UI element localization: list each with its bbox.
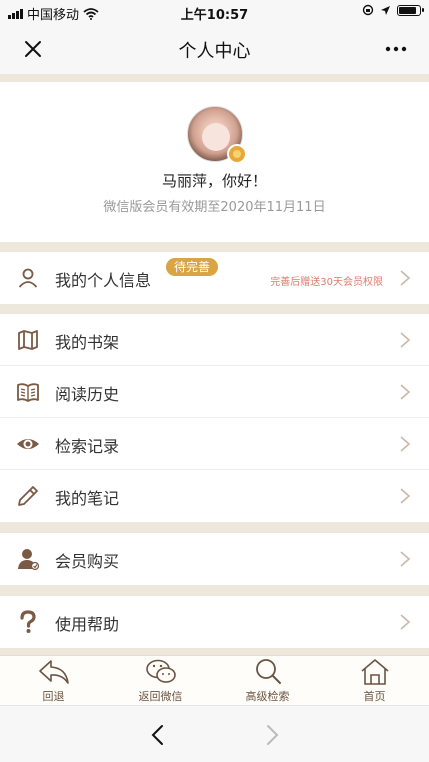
menu-item-label: 会员购买 bbox=[55, 552, 120, 571]
vip-badge-icon bbox=[227, 144, 247, 164]
reply-back-icon bbox=[39, 660, 69, 684]
tab-home[interactable]: 首页 bbox=[321, 656, 428, 706]
status-icons bbox=[362, 4, 424, 16]
pencil-icon bbox=[18, 486, 38, 506]
question-icon bbox=[20, 610, 36, 633]
tab-label: 首页 bbox=[363, 690, 386, 703]
more-icon[interactable] bbox=[383, 36, 409, 62]
tab-label: 返回微信 bbox=[138, 690, 183, 703]
menu-item-label: 我的笔记 bbox=[55, 489, 120, 508]
chevron-right-icon bbox=[400, 270, 411, 286]
promo-text: 完善后赠送30天会员权限 bbox=[270, 277, 383, 288]
menu-item-label: 我的个人信息 bbox=[55, 271, 152, 290]
header: 个人中心 bbox=[0, 24, 429, 74]
status-bar: 中国移动 上午10:57 bbox=[0, 0, 429, 24]
menu-item-label: 我的书架 bbox=[55, 333, 120, 352]
menu-item-search-record[interactable]: 检索记录 bbox=[0, 418, 429, 470]
chevron-right-icon bbox=[400, 614, 411, 630]
wechat-icon bbox=[146, 659, 176, 683]
open-book-icon bbox=[17, 383, 39, 402]
menu-item-label: 阅读历史 bbox=[55, 385, 120, 404]
chevron-right-icon[interactable] bbox=[262, 724, 282, 746]
page-title: 个人中心 bbox=[178, 41, 251, 62]
member-user-icon bbox=[18, 549, 40, 571]
chevron-right-icon bbox=[400, 436, 411, 452]
menu-item-help[interactable]: 使用帮助 bbox=[0, 596, 429, 648]
menu-item-label: 使用帮助 bbox=[55, 615, 120, 634]
tab-wechat[interactable]: 返回微信 bbox=[107, 656, 214, 706]
tab-label: 高级检索 bbox=[245, 690, 290, 703]
status-badge: 待完善 bbox=[166, 258, 219, 276]
menu-item-notes[interactable]: 我的笔记 bbox=[0, 470, 429, 522]
battery-icon bbox=[397, 4, 424, 16]
tab-advanced-search[interactable]: 高级检索 bbox=[214, 656, 321, 706]
menu-item-reading-history[interactable]: 阅读历史 bbox=[0, 366, 429, 418]
menu-item-personal-info[interactable]: 我的个人信息 待完善 完善后赠送30天会员权限 bbox=[0, 252, 429, 304]
profile-card: 马丽萍，你好！ 微信版会员有效期至2020年11月11日 bbox=[0, 82, 429, 242]
chevron-right-icon bbox=[400, 551, 411, 567]
chevron-right-icon bbox=[400, 488, 411, 504]
user-icon bbox=[18, 268, 38, 288]
chevron-right-icon bbox=[400, 332, 411, 348]
bottom-tab-bar: 回退 返回微信 高级检索 首页 bbox=[0, 655, 429, 705]
rotation-lock-icon bbox=[362, 4, 374, 16]
eye-icon bbox=[17, 439, 39, 449]
menu-item-bookshelf[interactable]: 我的书架 bbox=[0, 314, 429, 366]
browser-toolbar bbox=[0, 705, 429, 762]
location-icon bbox=[381, 5, 390, 15]
menu-item-label: 检索记录 bbox=[55, 437, 120, 456]
home-icon bbox=[361, 659, 389, 685]
tab-label: 回退 bbox=[42, 690, 65, 703]
bookshelf-icon bbox=[18, 330, 38, 350]
user-greeting: 马丽萍，你好！ bbox=[161, 172, 267, 190]
menu-item-membership[interactable]: 会员购买 bbox=[0, 533, 429, 585]
chevron-left-icon[interactable] bbox=[148, 724, 168, 746]
tab-back[interactable]: 回退 bbox=[0, 656, 107, 706]
membership-expiry: 微信版会员有效期至2020年11月11日 bbox=[103, 200, 326, 215]
search-icon bbox=[256, 659, 281, 684]
chevron-right-icon bbox=[400, 384, 411, 400]
